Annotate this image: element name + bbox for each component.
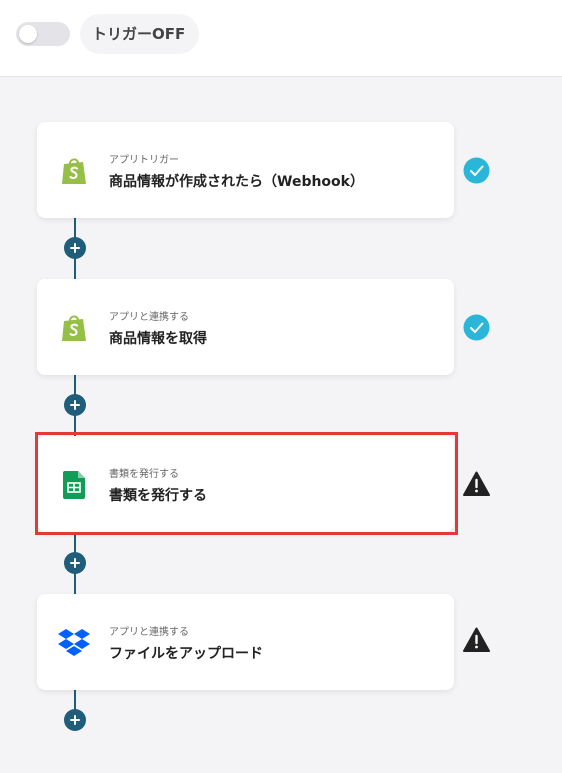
step-subtitle: 書類を発行する [109,469,179,480]
dropbox-icon [57,626,91,660]
trigger-status-label: トリガーOFF [80,14,200,54]
plus-icon [70,715,80,725]
add-step-button[interactable] [64,709,86,731]
flow-step-3[interactable]: 書類を発行する 書類を発行する [37,436,454,532]
step-title: 商品情報を取得 [109,331,207,347]
step-title: ファイルをアップロード [109,646,263,662]
step-subtitle: アプリと連携する [109,627,189,638]
add-step-button[interactable] [64,552,86,574]
shopify-icon [57,311,91,345]
flow-step-1[interactable]: アプリトリガー 商品情報が作成されたら（Webhook） [37,122,454,218]
step-subtitle: アプリと連携する [109,312,189,323]
flow-step-2[interactable]: アプリと連携する 商品情報を取得 [37,279,454,375]
warning-icon [463,470,490,497]
warning-icon [463,626,490,653]
step-title: 商品情報が作成されたら（Webhook） [109,174,364,190]
step-subtitle: アプリトリガー [109,155,179,166]
plus-icon [70,243,80,253]
add-step-button[interactable] [64,394,86,416]
flow-step-4[interactable]: アプリと連携する ファイルをアップロード [37,594,454,690]
step-title: 書類を発行する [109,488,207,504]
check-icon [463,157,490,184]
check-icon [463,314,490,341]
google-sheets-icon [57,468,91,502]
shopify-icon [57,154,91,188]
trigger-toggle[interactable] [16,22,70,46]
top-bar: トリガーOFF [0,0,562,77]
plus-icon [70,400,80,410]
toggle-knob[interactable] [19,25,37,43]
add-step-button[interactable] [64,237,86,259]
plus-icon [70,558,80,568]
